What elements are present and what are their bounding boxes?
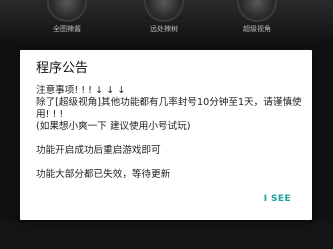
feature-super-map[interactable]: 全图辣酱 (37, 0, 97, 34)
feature-super-view[interactable]: 超级视角 (227, 0, 287, 34)
dialog-title: 程序公告 (36, 61, 89, 76)
i-see-button[interactable]: I SEE (264, 194, 291, 204)
feature-label: 全图辣酱 (53, 25, 81, 33)
notice-restart: 功能开启成功后重启游戏即可 (36, 145, 161, 156)
dialog-body: 注意事项! ! ! ↓ ↓ ↓ 除了[超级视角]其他功能都有几率封号10分钟至1… (36, 85, 304, 181)
feature-circle-icon (237, 0, 277, 22)
feature-circle-icon (144, 0, 184, 22)
feature-label: 超级视角 (243, 25, 271, 33)
announcement-dialog: 程序公告 注意事项! ! ! ↓ ↓ ↓ 除了[超级视角]其他功能都有几率封号1… (20, 50, 312, 220)
feature-label: 远处辣树 (150, 25, 178, 33)
feature-strip: 全图辣酱 远处辣树 超级视角 (0, 0, 333, 42)
bottom-backdrop (0, 222, 333, 249)
notice-status: 功能大部分都已失效，等待更新 (36, 169, 171, 180)
app-screen: 全图辣酱 远处辣树 超级视角 程序公告 注意事项! ! ! ↓ ↓ ↓ 除了[超… (0, 0, 333, 249)
notice-warning: 除了[超级视角]其他功能都有几率封号10分钟至1天，请谨慎使用! ! ! (36, 97, 302, 120)
feature-far-tree[interactable]: 远处辣树 (134, 0, 194, 34)
feature-circle-icon (47, 0, 87, 22)
notice-heading: 注意事项! ! ! ↓ ↓ ↓ (36, 85, 126, 96)
notice-tip: (如果想小爽一下 建议使用小号试玩) (36, 121, 191, 132)
